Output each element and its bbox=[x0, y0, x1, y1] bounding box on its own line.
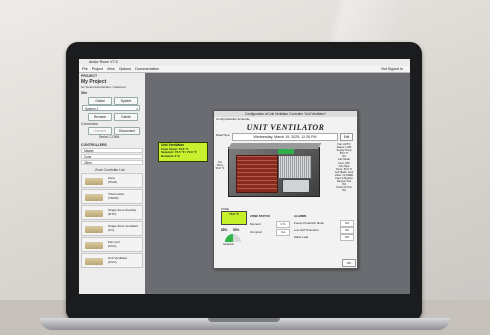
alarm-freeze-label: Freeze Protection Mode bbox=[294, 221, 324, 225]
status-occupied-label: Occupied bbox=[250, 230, 262, 234]
device-row-rooftop[interactable]: Single Zone Rooftop (RTU) bbox=[81, 205, 143, 220]
laptop-notch bbox=[208, 318, 280, 322]
alarms-header: ALARMS bbox=[294, 214, 307, 218]
menu-view[interactable]: View bbox=[107, 67, 115, 71]
zone-temp-display: 73.6 °F bbox=[221, 211, 247, 225]
device-list-header: Zone Controller List bbox=[95, 168, 125, 172]
date-time-label: Date/Time bbox=[216, 133, 230, 137]
project-header: PROJECT bbox=[81, 74, 98, 78]
window-title: Andor Room V7.5 bbox=[89, 60, 118, 64]
menu-project[interactable]: Project bbox=[92, 67, 103, 71]
window-title-bar: Andor Room V7.5 bbox=[79, 59, 410, 66]
list-item-zone[interactable]: Zone bbox=[81, 154, 143, 159]
site-header: Site bbox=[81, 91, 88, 95]
system-button[interactable]: System bbox=[114, 97, 138, 105]
device-label: Single Zone Ventilator (UV) bbox=[108, 224, 139, 232]
unit-ventilator-diagram bbox=[224, 143, 322, 199]
dial-value-right: 50% bbox=[233, 228, 240, 232]
date-time-display: Wednesday, March 19, 2025, 12:26 PM bbox=[232, 133, 338, 141]
sidebar: PROJECT My Project No Tenant Administrat… bbox=[79, 73, 146, 294]
ok-button[interactable]: OK bbox=[342, 259, 356, 267]
delete-button[interactable]: Delete bbox=[114, 113, 138, 121]
fan-icon bbox=[282, 179, 310, 193]
device-row-thermostat[interactable]: Thermostat (TR2M) bbox=[81, 189, 143, 204]
setpoint-dial[interactable]: 85% 50% Setpoints bbox=[221, 226, 245, 248]
system-select-value: System 1 bbox=[85, 107, 99, 111]
device-row-ventilator[interactable]: Single Zone Ventilator (UV) bbox=[81, 221, 143, 236]
device-row-fan-coil[interactable]: Fan Coil (FCU) bbox=[81, 237, 143, 252]
menu-file[interactable]: File bbox=[82, 67, 88, 71]
alarm-low-oat-value: NO bbox=[340, 227, 354, 234]
reading: 0% bbox=[342, 189, 346, 193]
device-label: Unit Ventilator (UVC) bbox=[108, 256, 128, 264]
damper-icon bbox=[278, 149, 294, 154]
status-demand-value: 0 % bbox=[276, 221, 290, 228]
list-item-master[interactable]: Master bbox=[81, 148, 143, 153]
zone-status-header: ZONE STATUS bbox=[250, 214, 270, 218]
alarm-low-oat-label: Low OAT Protection bbox=[294, 228, 319, 232]
connection-header: Connection bbox=[81, 122, 99, 126]
status-demand-label: Demand bbox=[250, 222, 261, 226]
alarm-water-leak-label: Water Leak bbox=[294, 235, 309, 239]
serial-port-label: Serial: COM4 bbox=[99, 135, 120, 139]
status-occupied-value: Yes bbox=[276, 229, 290, 236]
device-icon bbox=[85, 178, 103, 185]
device-icon bbox=[85, 194, 103, 201]
unit-cabinet-top bbox=[228, 143, 322, 149]
menu-documentation[interactable]: Documentation bbox=[135, 67, 159, 71]
system-select[interactable]: System 1 ▾ bbox=[82, 105, 140, 111]
device-row-zone[interactable]: Zone (HGR) bbox=[81, 173, 143, 188]
dial-gauge-icon bbox=[225, 234, 241, 242]
brick-wall bbox=[236, 155, 278, 193]
chevron-down-icon: ▾ bbox=[136, 107, 138, 111]
rename-button[interactable]: Rename bbox=[88, 113, 112, 121]
global-button[interactable]: Global bbox=[88, 97, 112, 105]
controllers-header: CONTROLLERS bbox=[81, 143, 107, 147]
device-label: Single Zone Rooftop (RTU) bbox=[108, 208, 137, 216]
menu-options[interactable]: Options bbox=[119, 67, 131, 71]
device-icon bbox=[85, 210, 103, 217]
device-label: Zone (HGR) bbox=[108, 176, 117, 184]
connect-button[interactable]: Connect bbox=[88, 127, 112, 135]
device-row-unit-ventilator[interactable]: Unit Ventilator (UVC) bbox=[81, 253, 143, 268]
edit-button[interactable]: Edit bbox=[340, 133, 353, 141]
list-item-other[interactable]: Other bbox=[81, 160, 143, 165]
callout-line: Demand: 0 % bbox=[161, 153, 180, 158]
alarm-water-leak-value: NO bbox=[340, 234, 354, 241]
disconnect-button[interactable]: Disconnect bbox=[114, 127, 140, 135]
unit-readings: Fan: AUTO Status: LOW Supply Temp 55.0 °… bbox=[332, 143, 356, 193]
project-subtitle: No Tenant Administrator / Advanced bbox=[81, 85, 126, 89]
dial-value-left: 85% bbox=[221, 228, 228, 232]
sign-in-status[interactable]: Not Signed In bbox=[381, 66, 403, 73]
device-label: Fan Coil (FCU) bbox=[108, 240, 120, 248]
device-label: Thermostat (TR2M) bbox=[108, 192, 124, 200]
dial-caption: Setpoints bbox=[223, 243, 234, 246]
unit-ventilator-dialog: Configuration of Unit Ventilator Control… bbox=[213, 110, 358, 269]
menu-bar: File Project View Options Documentation … bbox=[79, 66, 410, 73]
device-icon bbox=[85, 242, 103, 249]
coil-icon bbox=[278, 155, 312, 179]
dialog-menu[interactable]: Config Defaults Schedule bbox=[216, 117, 250, 121]
device-icon bbox=[85, 258, 103, 265]
laptop-screen: Andor Room V7.5 File Project View Option… bbox=[79, 59, 410, 294]
alarm-freeze-value: NO bbox=[340, 220, 354, 227]
device-icon bbox=[85, 226, 103, 233]
unit-ventilator-heading: UNIT VENTILATOR bbox=[246, 123, 325, 132]
unit-ventilator-callout[interactable]: Unit Ventilator Zone Temp: 73.6 °F Setpo… bbox=[158, 142, 208, 162]
